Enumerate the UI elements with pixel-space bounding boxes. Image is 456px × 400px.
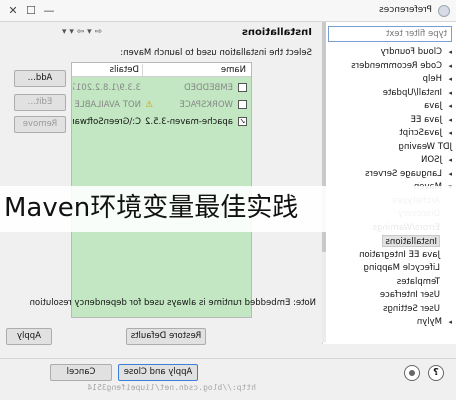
- eclipse-app-icon: [438, 5, 450, 17]
- preferences-tree: ▸Cloud Foundry▸Code Recommenders▸Help▸In…: [322, 22, 456, 344]
- tree-item-installations[interactable]: Installations: [382, 235, 440, 247]
- maximize-button[interactable]: ☐: [24, 4, 38, 18]
- page-header: Installations ⇦ ▾ ⇨ ▾ ▾: [0, 22, 320, 44]
- row-details: NOT AVAILABLE [3.0,): [73, 100, 141, 110]
- table-row[interactable]: EMBEDDED 3.3.9/1.8.2.20171007-0216: [72, 81, 251, 95]
- collapsed-arrow-icon[interactable]: ▸: [442, 73, 452, 85]
- collapsed-arrow-icon[interactable]: ▸: [442, 154, 452, 166]
- row-checkbox[interactable]: [238, 100, 247, 109]
- collapsed-arrow-icon[interactable]: ▸: [442, 316, 452, 328]
- tree-item-cloud-foundry[interactable]: ▸Cloud Foundry: [381, 46, 452, 58]
- row-name: EMBEDDED: [184, 83, 233, 93]
- minimize-button[interactable]: —: [42, 4, 56, 18]
- remove-button[interactable]: Remove: [14, 116, 66, 133]
- tree-item-language-servers[interactable]: ▸Language Servers: [365, 168, 452, 180]
- tree-item-errors-warnings[interactable]: Errors/Warnings: [373, 222, 440, 234]
- tree-item-jdt-weaving[interactable]: JDT Weaving: [399, 141, 452, 153]
- collapsed-arrow-icon[interactable]: ▸: [442, 46, 452, 58]
- edit-button[interactable]: Edit...: [14, 94, 66, 111]
- row-checkbox[interactable]: ✓: [238, 117, 247, 126]
- tree-item-lifecycle-mapping[interactable]: Lifecycle Mapping: [364, 262, 440, 274]
- tree-item-install-update[interactable]: ▸Install/Update: [383, 87, 452, 99]
- tree-item-java[interactable]: ▸Java: [424, 100, 452, 112]
- column-name[interactable]: Name: [218, 64, 249, 76]
- row-name: apache-maven-3.5.2: [145, 117, 233, 127]
- tree-item-templates[interactable]: Templates: [397, 276, 440, 288]
- dialog-footer: ? Apply and Close Cancel http://blog.csd…: [0, 358, 456, 400]
- row-name: WORKSPACE: [179, 100, 233, 110]
- tree-item-json[interactable]: ▸JSON: [421, 154, 452, 166]
- restore-defaults-button[interactable]: Restore Defaults: [126, 328, 206, 345]
- title-bar: Preferences — ☐ ✕: [0, 0, 456, 22]
- table-row[interactable]: WORKSPACE ⚠ NOT AVAILABLE [3.0,): [72, 98, 251, 112]
- row-checkbox[interactable]: [238, 83, 247, 92]
- table-header: Name Details: [72, 63, 251, 77]
- embedded-note: Note: Embedded runtime is always used fo…: [29, 298, 316, 308]
- table-body: [72, 77, 251, 317]
- mirrored-preferences-dialog: Preferences — ☐ ✕ ▸Cloud Foundry ▸Code Re…: [0, 0, 456, 400]
- collapsed-arrow-icon[interactable]: ▸: [442, 127, 452, 139]
- help-icon[interactable]: ?: [428, 365, 444, 381]
- tree-scrollbar[interactable]: [322, 22, 326, 342]
- installations-page: Installations ⇦ ▾ ⇨ ▾ ▾ Select the insta…: [0, 22, 320, 345]
- row-details: C:\GreenSoftware\apache-m: [73, 117, 141, 127]
- tree-item-javascript[interactable]: ▸JavaScript: [399, 127, 452, 139]
- add-button[interactable]: Add...: [14, 70, 66, 87]
- navigation-icons[interactable]: ⇦ ▾ ⇨ ▾ ▾: [62, 27, 102, 37]
- window-title: Preferences: [379, 5, 432, 15]
- tree-item-user-settings[interactable]: User Settings: [383, 303, 440, 315]
- row-details: 3.3.9/1.8.2.20171007-0216: [73, 83, 141, 93]
- filter-input[interactable]: [328, 26, 452, 42]
- tree-item-java-ee-integration[interactable]: Java EE Integration: [359, 249, 440, 261]
- collapsed-arrow-icon[interactable]: ▸: [442, 60, 452, 72]
- tree-item-mylyn[interactable]: ▸Mylyn: [417, 316, 452, 328]
- collapsed-arrow-icon[interactable]: ▸: [442, 168, 452, 180]
- scrollbar-thumb[interactable]: [322, 22, 326, 252]
- tree-item-java-ee[interactable]: ▸Java EE: [411, 114, 452, 126]
- column-details[interactable]: Details: [106, 64, 143, 76]
- tree-item-user-interface[interactable]: User Interface: [380, 289, 440, 301]
- tree-item-help[interactable]: ▸Help: [423, 73, 452, 85]
- page-title: Installations: [241, 27, 312, 38]
- tree-item-archetypes[interactable]: Archetypes: [392, 195, 440, 207]
- tree-item-code-recommenders[interactable]: ▸Code Recommenders: [351, 60, 452, 72]
- warning-icon: ⚠: [145, 100, 153, 110]
- page-description: Select the installation used to launch M…: [120, 48, 312, 58]
- close-button[interactable]: ✕: [6, 4, 20, 18]
- expanded-arrow-icon[interactable]: ▾: [442, 181, 452, 193]
- installations-table: Name Details EMBEDDED 3.3.9/1.8.2.2017100…: [71, 62, 252, 318]
- collapsed-arrow-icon[interactable]: ▸: [442, 87, 452, 99]
- apply-and-close-button[interactable]: Apply and Close: [118, 364, 198, 381]
- collapsed-arrow-icon[interactable]: ▸: [442, 100, 452, 112]
- table-row[interactable]: ✓ apache-maven-3.5.2 C:\GreenSoftware\apac…: [72, 115, 251, 129]
- tree-item-maven[interactable]: ▾Maven: [414, 181, 452, 193]
- cancel-button[interactable]: Cancel: [50, 364, 112, 381]
- tree-item-discovery[interactable]: Discovery: [398, 208, 440, 220]
- collapsed-arrow-icon[interactable]: ▸: [442, 114, 452, 126]
- apply-button[interactable]: Apply: [6, 328, 52, 345]
- watermark: http://blog.csdn.net/liupeifeng3514: [87, 383, 256, 392]
- import-export-icon[interactable]: [404, 365, 420, 381]
